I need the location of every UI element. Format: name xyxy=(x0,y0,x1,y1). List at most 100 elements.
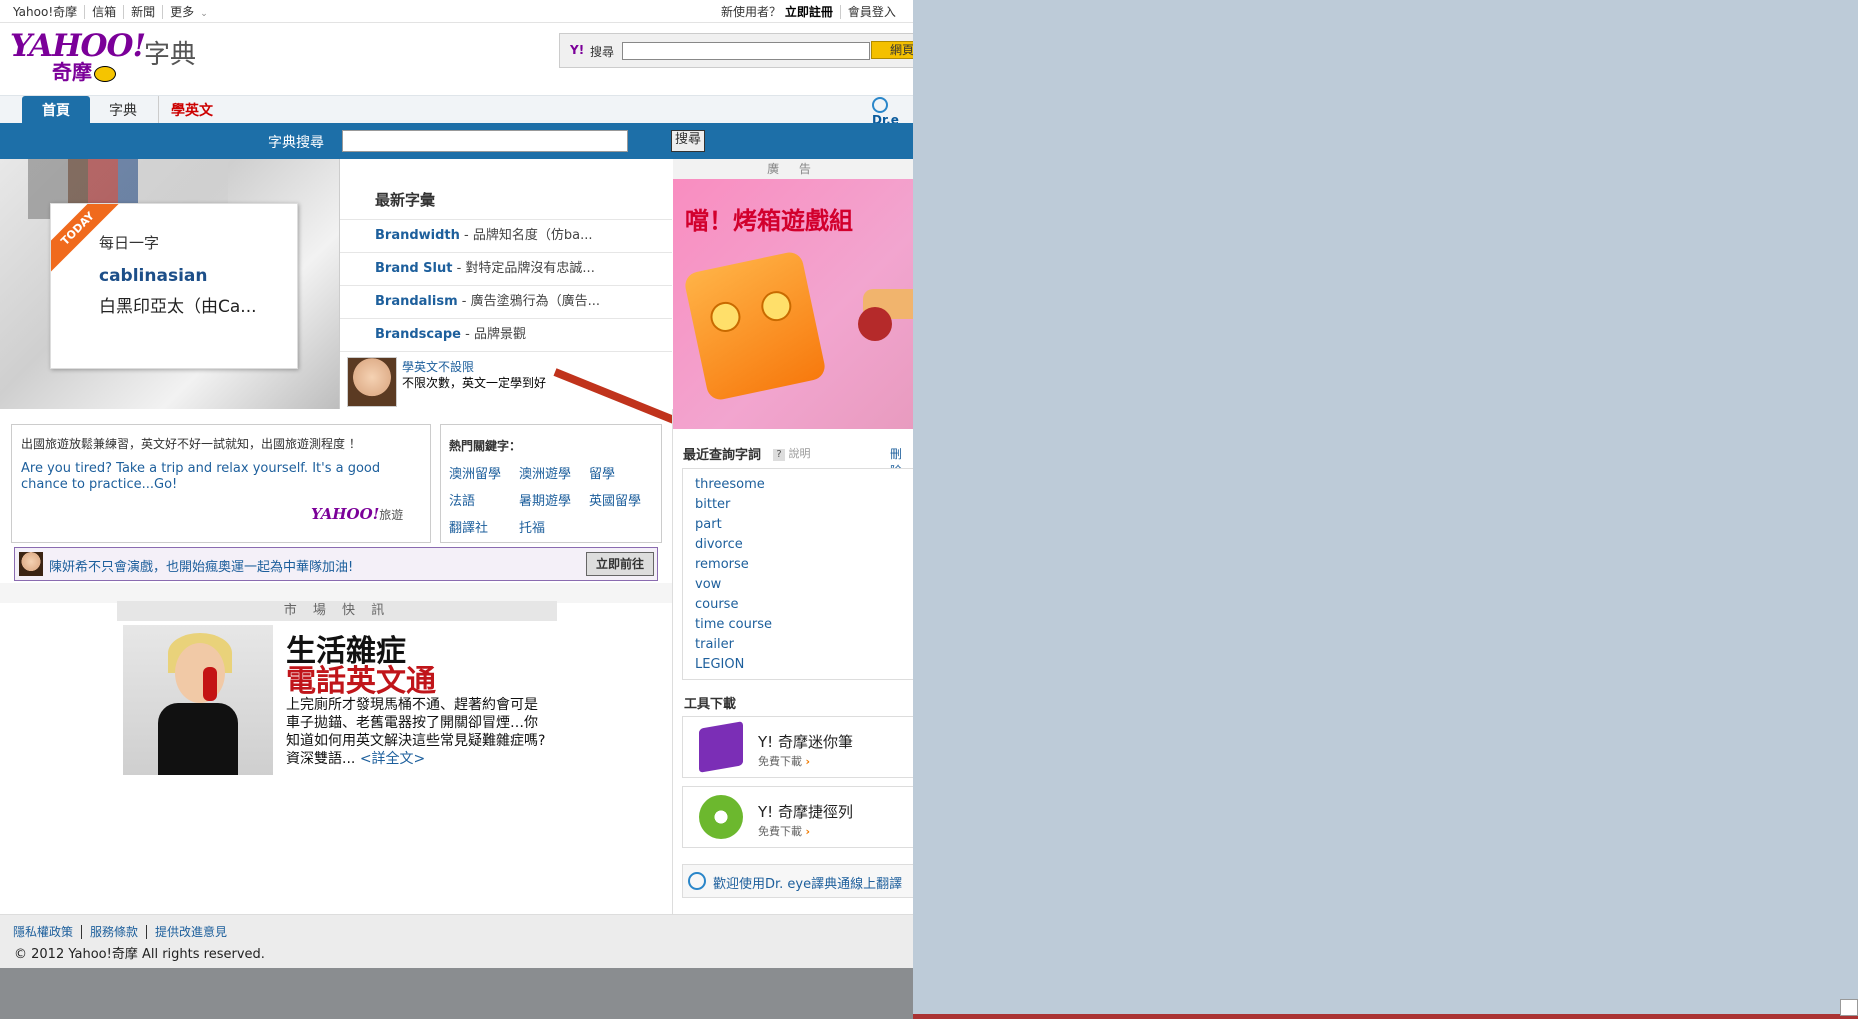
new-word[interactable]: Brandwidth xyxy=(375,228,460,243)
tab-dictionary[interactable]: 字典 xyxy=(100,96,146,124)
hot-keywords-box: 熱門關鍵字： 澳洲留學 澳洲遊學 留學 法語 暑期遊學 英國留學 翻譯社 托福 xyxy=(440,424,662,543)
new-words-title: 最新字彙 xyxy=(375,191,436,209)
dictionary-search-input[interactable] xyxy=(342,130,628,152)
smile-icon xyxy=(94,65,116,82)
dreye-icon xyxy=(688,872,706,890)
hot-keywords-title: 熱門關鍵字： xyxy=(449,439,522,453)
topbar-link-mail[interactable]: 信箱 xyxy=(84,5,124,19)
recent-title: 最近查詢字詞 xyxy=(683,448,762,463)
dreye-icon xyxy=(872,97,888,113)
list-item[interactable]: vow xyxy=(683,575,913,595)
dreye-welcome[interactable]: 歡迎使用Dr. eye譯典通線上翻譯 xyxy=(682,864,913,898)
ad-title: 噹！烤箱遊戲組 xyxy=(685,207,853,235)
promo-line2: 不限次數，英文一定學到好 xyxy=(402,376,547,390)
list-item[interactable]: part xyxy=(683,515,913,535)
copyright: © 2012 Yahoo!奇摩 All rights reserved. xyxy=(14,947,265,962)
hot-keyword[interactable]: 托福 xyxy=(519,517,589,536)
tool-name[interactable]: Y! 奇摩捷徑列 xyxy=(758,801,853,822)
help-icon: ? xyxy=(773,449,785,461)
list-item[interactable]: trailer xyxy=(683,635,913,655)
read-more-link[interactable]: <詳全文> xyxy=(360,751,425,767)
login-link[interactable]: 會員登入 xyxy=(839,5,903,19)
hot-keyword[interactable]: 翻譯社 xyxy=(449,517,519,536)
register-link[interactable]: 立即註冊 xyxy=(785,5,833,19)
hot-keyword[interactable]: 留學 xyxy=(589,463,659,482)
travel-line2[interactable]: Are you tired? Take a trip and relax you… xyxy=(21,461,401,493)
toaster-dial-icon xyxy=(707,299,744,335)
daily-word-banner: TODAY 每日一字 cablinasian 白黑印亞太（由Ca... xyxy=(0,159,340,409)
travel-logo-suffix: 旅遊 xyxy=(379,508,404,522)
tab-learn-english[interactable]: 學英文 xyxy=(158,96,225,124)
list-item[interactable]: remorse xyxy=(683,555,913,575)
new-word[interactable]: Brand Slut xyxy=(375,261,452,276)
market-photo[interactable] xyxy=(123,625,273,775)
page-title: 字典 xyxy=(144,40,197,70)
tool-name[interactable]: Y! 奇摩迷你筆 xyxy=(758,731,853,752)
travel-box[interactable]: 出國旅遊放鬆兼練習，英文好不好一試就知，出國旅遊測程度 ！ Are you ti… xyxy=(11,424,431,543)
new-word[interactable]: Brandalism xyxy=(375,294,458,309)
new-word-item[interactable]: Brandalism - 廣告塗鴉行為（廣告... xyxy=(340,285,672,318)
tab-home[interactable]: 首頁 xyxy=(22,96,90,124)
market-title2[interactable]: 電話英文通 xyxy=(286,656,436,700)
book-icon xyxy=(699,721,743,773)
footer: 隱私權政策 服務條款 提供改進意見 © 2012 Yahoo!奇摩 All righ… xyxy=(0,914,913,968)
new-word-item[interactable]: Brand Slut - 對特定品牌沒有忠誠... xyxy=(340,252,672,285)
chevron-right-icon: › xyxy=(805,825,811,838)
daily-word-card[interactable]: TODAY 每日一字 cablinasian 白黑印亞太（由Ca... xyxy=(50,203,298,369)
new-words-panel: 最新字彙 Brandwidth - 品牌知名度（仿ba... Brand Slu… xyxy=(340,159,678,425)
learn-english-promo[interactable]: 學英文不設限 不限次數，英文一定學到好 xyxy=(340,351,678,425)
new-word[interactable]: Brandscape xyxy=(375,327,461,342)
recent-help[interactable]: ? 說明 xyxy=(773,445,811,461)
toaster-dial-icon xyxy=(758,288,795,324)
hot-keyword[interactable]: 澳洲遊學 xyxy=(519,463,589,482)
tool-mini-pen[interactable]: Y! 奇摩迷你筆 免費下載 › xyxy=(682,716,913,778)
news-text[interactable]: 陳妍希不只會演戲，也開始瘋奧運一起為中華隊加油! xyxy=(49,556,353,575)
pencil-image xyxy=(553,368,678,425)
dictionary-search-button[interactable]: 搜尋 xyxy=(671,130,705,152)
daily-word[interactable]: cablinasian xyxy=(99,266,207,286)
recent-words-list: threesome bitter part divorce remorse vo… xyxy=(682,468,913,680)
list-item[interactable]: time course xyxy=(683,615,913,635)
phone-icon xyxy=(203,667,217,701)
go-now-button[interactable]: 立即前往 xyxy=(586,552,654,576)
web-search-input[interactable] xyxy=(622,42,870,60)
resize-corner[interactable] xyxy=(1840,999,1858,1016)
dictionary-search-bar: 字典搜尋 搜尋 xyxy=(0,123,913,159)
daily-word-heading: 每日一字 xyxy=(99,234,160,252)
tool-download-label: 免費下載 xyxy=(758,825,802,838)
topbar-link-more[interactable]: 更多 ⌄ xyxy=(162,5,215,19)
toaster-image xyxy=(682,249,828,403)
dictionary-search-label: 字典搜尋 xyxy=(268,135,324,151)
welcome-text[interactable]: 歡迎使用Dr. eye譯典通線上翻譯 xyxy=(713,873,902,892)
terms-link[interactable]: 服務條款 xyxy=(81,925,147,939)
hot-keyword[interactable]: 英國留學 xyxy=(589,490,659,509)
new-word-def: - 品牌景觀 xyxy=(461,327,526,342)
hot-keyword[interactable]: 法語 xyxy=(449,490,519,509)
yahoo-travel-logo[interactable]: YAHOO!旅遊 xyxy=(311,505,403,523)
news-bar[interactable]: 陳妍希不只會演戲，也開始瘋奧運一起為中華隊加油! 立即前往 xyxy=(14,547,658,581)
market-news-label: 市 場 快 訊 xyxy=(117,601,557,621)
window-bottom-strip xyxy=(913,1014,1858,1019)
hot-keyword[interactable]: 澳洲留學 xyxy=(449,463,519,482)
topbar-link-news[interactable]: 新聞 xyxy=(123,5,163,19)
yahoo-logo[interactable]: YAHOO! 奇摩 xyxy=(10,30,146,85)
new-word-item[interactable]: Brandscape - 品牌景觀 xyxy=(340,318,672,351)
search-label: 搜尋 xyxy=(590,45,615,59)
topbar-link-yahoo[interactable]: Yahoo!奇摩 xyxy=(13,5,84,19)
list-item[interactable]: course xyxy=(683,595,913,615)
tool-download: 免費下載 › xyxy=(758,753,810,769)
privacy-link[interactable]: 隱私權政策 xyxy=(13,925,81,939)
list-item[interactable]: divorce xyxy=(683,535,913,555)
promo-line1[interactable]: 學英文不設限 xyxy=(402,358,474,375)
new-word-item[interactable]: Brandwidth - 品牌知名度（仿ba... xyxy=(340,219,672,252)
feedback-link[interactable]: 提供改進意見 xyxy=(146,925,236,939)
dreye-logo[interactable]: Dr.e xyxy=(872,97,912,127)
web-search-button[interactable]: 網頁 xyxy=(871,41,913,59)
list-item[interactable]: bitter xyxy=(683,495,913,515)
list-item[interactable]: threesome xyxy=(683,475,913,495)
tool-shortcut-bar[interactable]: Y! 奇摩捷徑列 免費下載 › xyxy=(682,786,913,848)
hot-keyword[interactable]: 暑期遊學 xyxy=(519,490,589,509)
toaster-ad[interactable]: 噹！烤箱遊戲組 xyxy=(673,179,913,429)
tool-download-label: 免費下載 xyxy=(758,755,802,768)
list-item[interactable]: LEGION xyxy=(683,655,913,675)
